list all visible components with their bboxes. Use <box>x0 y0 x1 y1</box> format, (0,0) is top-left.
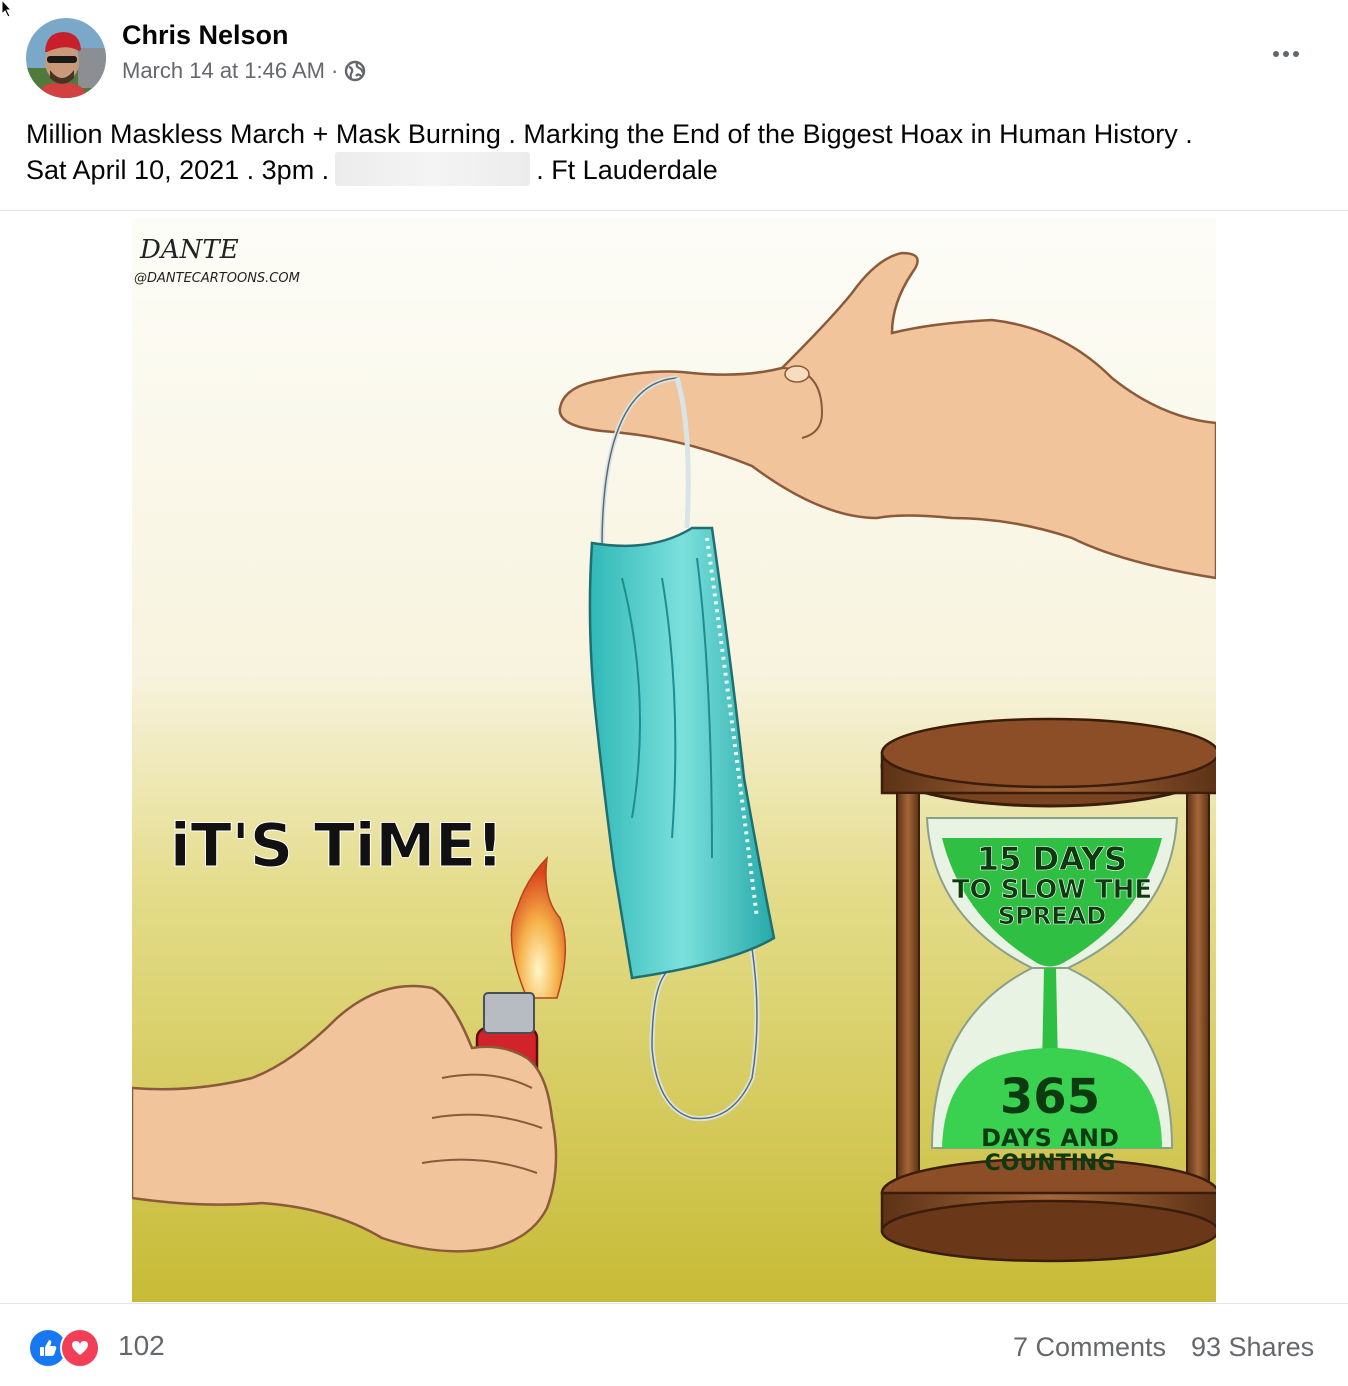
more-options-button[interactable] <box>1262 36 1310 72</box>
cartoon-caption: iT'S TiME! <box>170 811 504 881</box>
post-image[interactable]: DANTE @DANTECARTOONS.COM iT'S TiME! 15 D… <box>132 218 1216 1302</box>
divider <box>0 210 1348 211</box>
post-timestamp[interactable]: March 14 at 1:46 AM <box>122 58 325 84</box>
dot <box>1283 51 1289 57</box>
post-text-line-2: Sat April 10, 2021 . 3pm . . Ft Lauderdal… <box>26 152 1316 188</box>
cartoon-signature: DANTE <box>139 235 239 265</box>
reaction-icons[interactable] <box>28 1328 106 1368</box>
cartoon-handle: @DANTECARTOONS.COM <box>134 271 300 286</box>
more-options-icon <box>1273 51 1279 57</box>
post-meta: March 14 at 1:46 AM · <box>122 58 366 84</box>
love-icon <box>60 1328 100 1368</box>
dot <box>1293 51 1299 57</box>
post-footer: 102 7 Comments 93 Shares <box>0 1304 1348 1386</box>
meta-separator: · <box>331 58 339 83</box>
hourglass-bottom-line-2: COUNTING <box>985 1151 1116 1176</box>
redacted-location <box>335 152 531 186</box>
hourglass-top-line-3: SPREAD <box>998 902 1106 930</box>
hourglass-top-line-2: TO SLOW THE <box>952 875 1152 905</box>
post-text: Million Maskless March + Mask Burning . … <box>26 116 1316 188</box>
post-header: Chris Nelson March 14 at 1:46 AM · <box>0 0 1348 105</box>
reaction-count[interactable]: 102 <box>118 1330 165 1362</box>
globe-icon[interactable] <box>344 60 366 82</box>
hourglass-bottom-number: 365 <box>1000 1069 1100 1125</box>
hourglass-top-line-1: 15 DAYS <box>977 840 1127 878</box>
comments-count-link[interactable]: 7 Comments <box>1013 1332 1166 1363</box>
post-text-city: . Ft Lauderdale <box>536 155 718 185</box>
avatar[interactable] <box>26 18 106 98</box>
post-text-line-1: Million Maskless March + Mask Burning . … <box>26 119 1193 149</box>
author-name[interactable]: Chris Nelson <box>122 20 289 51</box>
hourglass-bottom-line-1: DAYS AND <box>981 1124 1119 1152</box>
shares-count-link[interactable]: 93 Shares <box>1191 1332 1314 1363</box>
post-text-date: Sat April 10, 2021 . 3pm . <box>26 155 330 185</box>
